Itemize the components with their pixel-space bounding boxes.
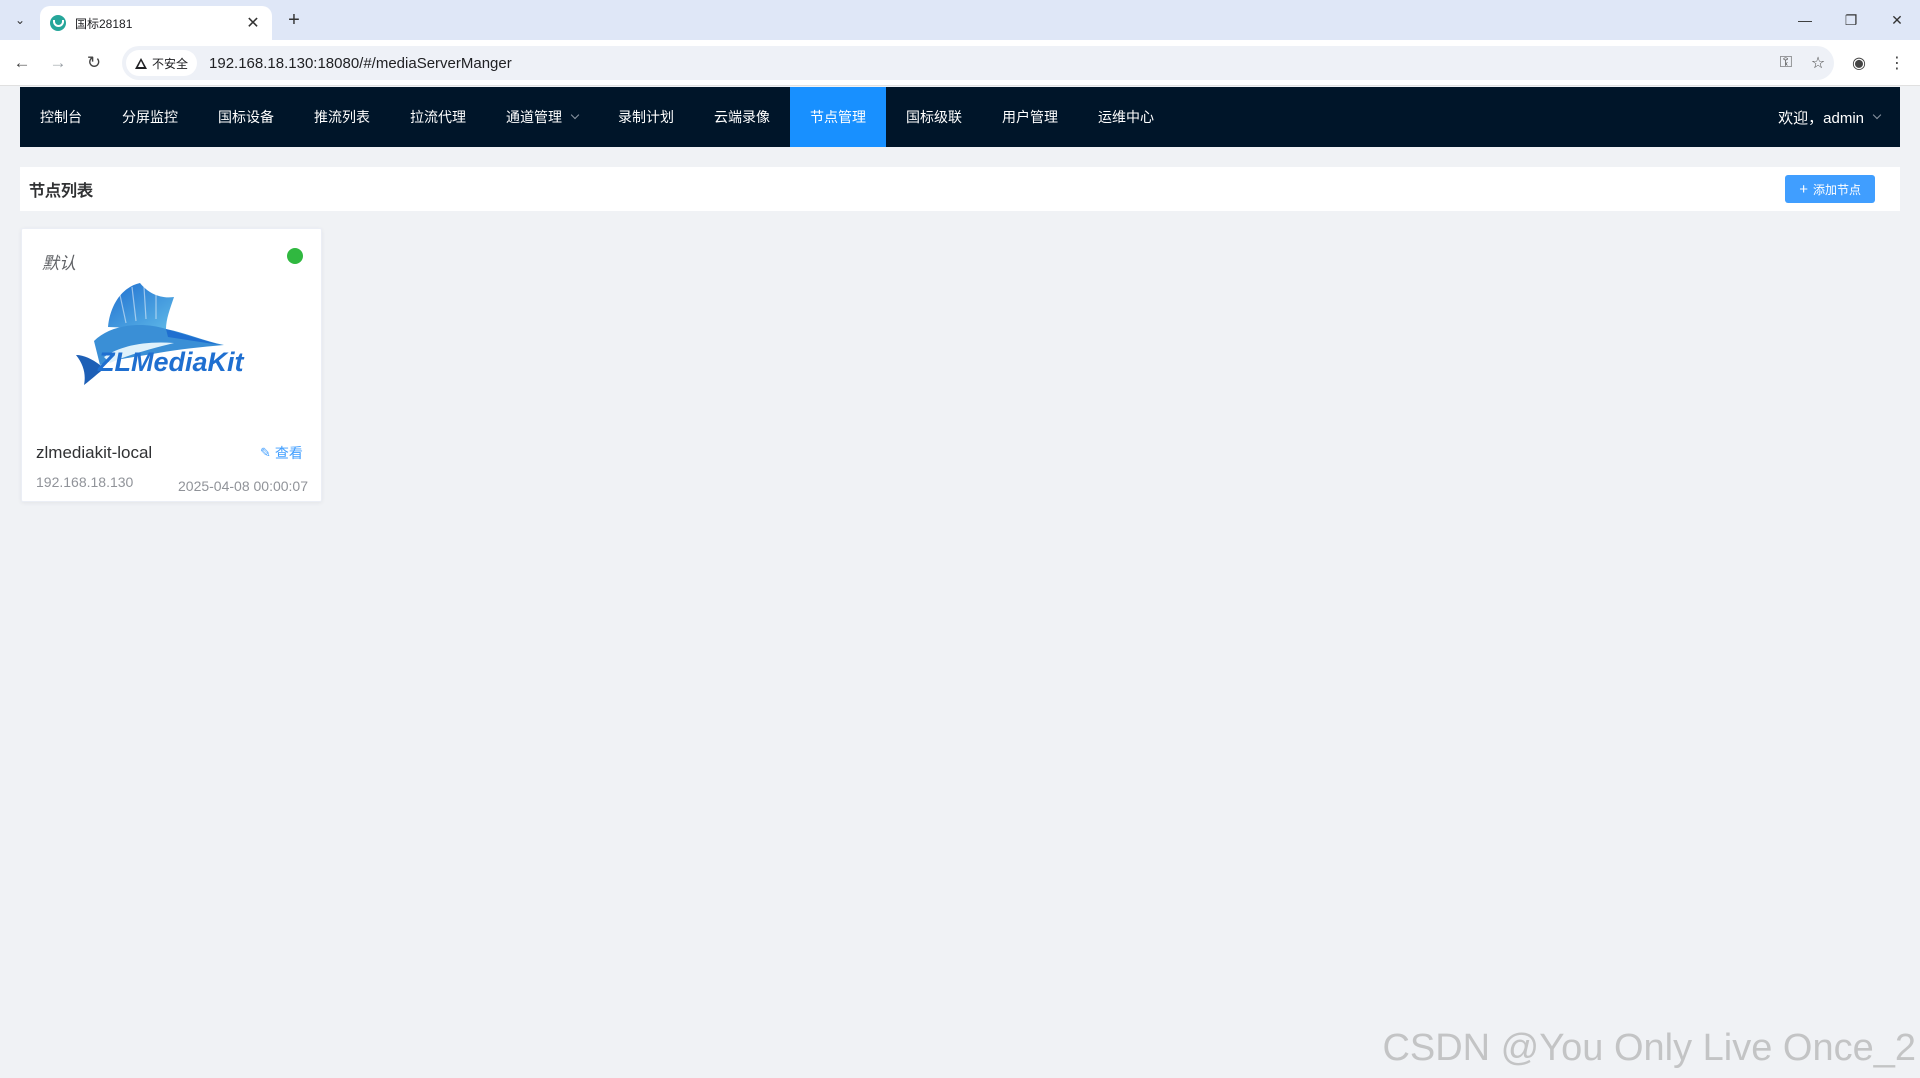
- csdn-watermark: CSDN @You Only Live Once_2: [1382, 1027, 1916, 1069]
- view-node-link[interactable]: ✎ 查看: [260, 443, 303, 463]
- back-icon[interactable]: ←: [10, 51, 34, 75]
- nav-item-push-list[interactable]: 推流列表: [294, 87, 390, 147]
- reload-icon[interactable]: ↻: [82, 51, 106, 75]
- nav-item-console[interactable]: 控制台: [20, 87, 102, 147]
- app-top-nav: 控制台 分屏监控 国标设备 推流列表 拉流代理 通道管理 录制计划 云端录像 节…: [20, 87, 1900, 147]
- warning-icon: [135, 57, 147, 69]
- nav-item-gb-devices[interactable]: 国标设备: [198, 87, 294, 147]
- nav-item-gb-cascade[interactable]: 国标级联: [886, 87, 982, 147]
- node-card: 默认 ZLMediaKit zlmediakit-local ✎ 查看 192.…: [21, 228, 322, 502]
- zlmediakit-logo: ZLMediaKit: [76, 283, 245, 385]
- tab-close-icon[interactable]: ✕: [244, 13, 262, 33]
- default-tag: 默认: [42, 254, 76, 273]
- add-node-label: 添加节点: [1812, 182, 1861, 197]
- nav-item-record-plan[interactable]: 录制计划: [598, 87, 694, 147]
- window-close-icon[interactable]: ✕: [1874, 8, 1920, 32]
- password-key-icon[interactable]: ⚿: [1770, 50, 1802, 76]
- tab-favicon-icon: [50, 15, 66, 31]
- user-menu[interactable]: 欢迎，admin: [1758, 87, 1900, 147]
- node-name: zlmediakit-local: [36, 443, 153, 462]
- node-timestamp: 2025-04-08 00:00:07: [178, 478, 308, 494]
- forward-icon[interactable]: →: [46, 51, 70, 75]
- status-online-dot: [287, 248, 303, 264]
- url-text[interactable]: 192.168.18.130:18080/#/mediaServerManger: [209, 55, 1770, 72]
- nav-item-channel-manage[interactable]: 通道管理: [486, 87, 598, 147]
- tab-title: 国标28181: [75, 16, 133, 31]
- nav-item-ops-center[interactable]: 运维中心: [1078, 87, 1174, 147]
- node-ip: 192.168.18.130: [36, 474, 134, 490]
- restore-icon[interactable]: ❐: [1828, 8, 1874, 32]
- edit-icon: ✎: [260, 445, 271, 460]
- profile-icon[interactable]: ◉: [1846, 51, 1872, 75]
- address-bar[interactable]: 不安全 192.168.18.130:18080/#/mediaServerMa…: [122, 46, 1834, 80]
- page-title: 节点列表: [29, 183, 94, 200]
- nav-item-split-monitor[interactable]: 分屏监控: [102, 87, 198, 147]
- browser-tabstrip: ⌄ 国标28181 ✕ + — ❐ ✕: [0, 0, 1920, 40]
- menu-kebab-icon[interactable]: ⋮: [1884, 51, 1910, 75]
- bookmark-star-icon[interactable]: ☆: [1802, 50, 1834, 76]
- nav-item-node-manage[interactable]: 节点管理: [790, 87, 886, 147]
- browser-tab[interactable]: 国标28181 ✕: [40, 6, 272, 40]
- security-label: 不安全: [152, 56, 189, 71]
- security-chip[interactable]: 不安全: [126, 50, 198, 76]
- chevron-down-icon: [570, 110, 580, 120]
- new-tab-icon[interactable]: +: [282, 8, 306, 32]
- chevron-down-icon: [1872, 110, 1882, 120]
- svg-text:ZLMediaKit: ZLMediaKit: [97, 347, 245, 377]
- user-greeting: 欢迎，admin: [1778, 109, 1864, 127]
- tab-search-chevron-icon[interactable]: ⌄: [8, 8, 32, 32]
- nav-item-channel-manage-label: 通道管理: [506, 109, 562, 125]
- nav-item-cloud-record[interactable]: 云端录像: [694, 87, 790, 147]
- browser-toolbar: ← → ↻ 不安全 192.168.18.130:18080/#/mediaSe…: [0, 40, 1920, 86]
- view-label: 查看: [274, 445, 303, 461]
- add-node-button[interactable]: + 添加节点: [1785, 175, 1875, 203]
- minimize-icon[interactable]: —: [1782, 8, 1828, 32]
- page-header: 节点列表 + 添加节点: [20, 167, 1900, 211]
- nav-item-pull-proxy[interactable]: 拉流代理: [390, 87, 486, 147]
- plus-icon: +: [1799, 180, 1808, 198]
- nav-item-user-manage[interactable]: 用户管理: [982, 87, 1078, 147]
